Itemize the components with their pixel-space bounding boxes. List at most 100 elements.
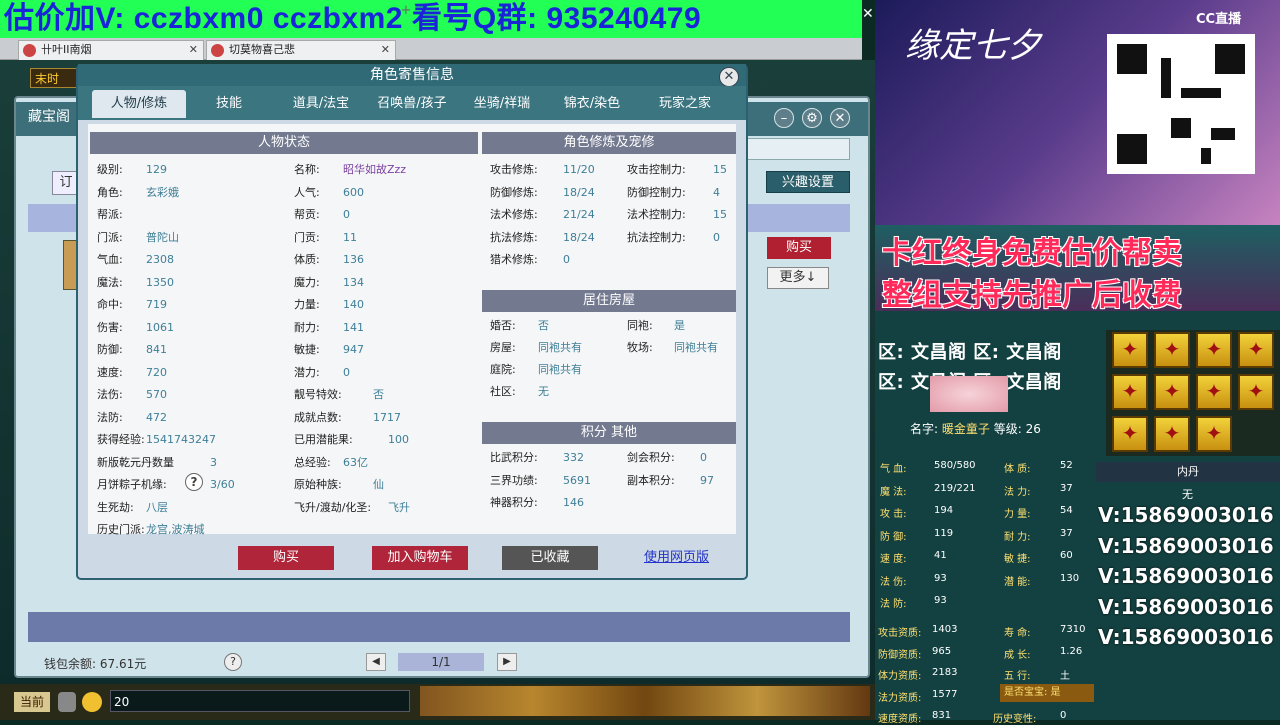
- points-value: 97: [700, 473, 714, 487]
- next-page-button[interactable]: ▶: [497, 653, 517, 671]
- skill-icon[interactable]: ✦: [1154, 416, 1190, 452]
- aptitude-value: 965: [932, 645, 952, 657]
- neidan-header: 内丹: [1096, 462, 1280, 482]
- tab-mounts[interactable]: 坐骑/祥瑞: [464, 90, 540, 118]
- stat-value: 129: [146, 163, 167, 176]
- stat-value: 1061: [146, 320, 174, 334]
- stat-value: 否: [373, 388, 384, 401]
- skill-icon[interactable]: ✦: [1238, 332, 1274, 368]
- settings-icon[interactable]: ⚙: [802, 108, 822, 128]
- pet-level-label: 等级:: [993, 422, 1022, 436]
- promo-line-2: 整组支持先推广后收费: [882, 278, 1182, 313]
- skill-icon[interactable]: ✦: [1196, 374, 1232, 410]
- aptitude-value: 831: [932, 710, 952, 721]
- house-value: 是: [674, 319, 685, 332]
- pet-attr-label: 耐 力:: [1004, 531, 1031, 543]
- minimize-icon[interactable]: –: [774, 108, 794, 128]
- stat-label: 历史门派:: [97, 523, 145, 536]
- neidan-value: 无: [1182, 488, 1193, 501]
- browser-tab-1[interactable]: 卄叶II南烟 ✕: [18, 40, 204, 60]
- toolbar-icons[interactable]: [420, 686, 870, 716]
- stat-value: 140: [343, 298, 364, 311]
- skill-icon[interactable]: ✦: [1196, 416, 1232, 452]
- skill-icon[interactable]: ✦: [1154, 374, 1190, 410]
- cultivation-label: 攻击修炼:: [490, 163, 538, 176]
- skill-icon[interactable]: ✦: [1112, 416, 1148, 452]
- tab-outfits[interactable]: 锦衣/染色: [554, 90, 630, 118]
- stat-label: 法防:: [97, 410, 123, 424]
- new-tab-icon[interactable]: +: [398, 3, 414, 19]
- prev-page-button[interactable]: ◀: [366, 653, 386, 671]
- skill-icon[interactable]: ✦: [1154, 332, 1190, 368]
- close-icon[interactable]: ✕: [719, 67, 739, 87]
- pet-stat-label: 魔 法:: [880, 486, 907, 498]
- points-value: 146: [563, 496, 584, 509]
- add-to-cart-button[interactable]: 加入购物车: [372, 546, 468, 570]
- pet-name-label: 名字:: [910, 422, 939, 436]
- stat-label: 气血:: [97, 253, 123, 266]
- control-value: 0: [713, 230, 720, 244]
- house-label: 房屋:: [490, 341, 516, 354]
- stat-value: 136: [343, 253, 364, 266]
- tab-items[interactable]: 道具/法宝: [278, 90, 364, 118]
- stat-value: 3: [210, 455, 217, 469]
- aptitude-value: 2183: [932, 667, 958, 678]
- close-icon[interactable]: ✕: [381, 41, 390, 59]
- close-icon[interactable]: ✕: [862, 6, 876, 26]
- help-icon[interactable]: ?: [185, 473, 203, 491]
- zone-line-1: 区: 文昌阁 区: 文昌阁: [878, 342, 1062, 363]
- stat-value: 841: [146, 343, 167, 356]
- skill-icon[interactable]: ✦: [1238, 374, 1274, 410]
- stat-label: 生死劫:: [97, 500, 134, 514]
- tab-skills[interactable]: 技能: [192, 90, 266, 118]
- stat-value: 11: [343, 230, 357, 244]
- browser-tab-2[interactable]: 切莫物喜己悲 ✕: [206, 40, 396, 60]
- pet-attr-label: 体 质:: [1004, 464, 1031, 475]
- help-icon[interactable]: ?: [224, 653, 242, 671]
- close-icon[interactable]: ✕: [189, 41, 198, 59]
- control-value: 15: [713, 163, 727, 176]
- list-buy-button[interactable]: 购买: [767, 237, 831, 259]
- house-value: 同袍共有: [538, 363, 582, 376]
- buy-button[interactable]: 购买: [238, 546, 334, 570]
- house-value: 无: [538, 385, 549, 398]
- house-label: 同袍:: [627, 319, 653, 332]
- stat-label: 体质:: [294, 253, 320, 266]
- skill-icon[interactable]: ✦: [1112, 374, 1148, 410]
- stat-label: 新版乾元丹数量: [97, 455, 174, 469]
- pet-stat-value: 219/221: [934, 482, 976, 494]
- tab-character[interactable]: 人物/修炼: [92, 90, 186, 118]
- tab-home[interactable]: 玩家之家: [642, 90, 728, 118]
- stat-value: 100: [388, 433, 409, 446]
- house-label: 牧场:: [627, 341, 653, 354]
- interest-settings-button[interactable]: 兴趣设置: [766, 171, 850, 193]
- microphone-icon[interactable]: [58, 692, 76, 712]
- pet-attr-value: 37: [1060, 527, 1073, 539]
- stat-label: 力量:: [294, 298, 320, 311]
- favorited-button[interactable]: 已收藏: [502, 546, 598, 570]
- pet-attr-value: 130: [1060, 572, 1080, 584]
- aptitude-value: 土: [1060, 671, 1070, 682]
- contact-line: V:15869003016: [1098, 564, 1274, 588]
- top-banner: 估价加V: cczbxm0 cczbxm2 看号Q群: 935240479: [0, 0, 862, 38]
- browser-tab-label: 切莫物喜己悲: [229, 43, 295, 56]
- house-label: 社区:: [490, 385, 516, 398]
- aptitude-value: 7310: [1060, 624, 1086, 635]
- pet-avatar: [930, 376, 1008, 412]
- search-input[interactable]: [740, 138, 850, 160]
- skill-icon[interactable]: ✦: [1112, 332, 1148, 368]
- tab-pets[interactable]: 召唤兽/孩子: [368, 90, 456, 118]
- pet-attr-label: 法 力:: [1004, 486, 1031, 498]
- more-button[interactable]: 更多↓: [767, 267, 829, 289]
- skill-icon[interactable]: ✦: [1196, 332, 1232, 368]
- aptitude-label: 防御资质:: [878, 649, 922, 661]
- stat-label: 帮派:: [97, 208, 123, 221]
- close-icon[interactable]: ✕: [830, 108, 850, 128]
- use-web-version-link[interactable]: 使用网页版: [644, 548, 724, 568]
- emoji-icon[interactable]: [82, 692, 102, 712]
- chat-channel-button[interactable]: 当前: [14, 692, 50, 712]
- aptitude-label: 成 长:: [1004, 649, 1031, 661]
- stat-label: 速度:: [97, 365, 123, 379]
- aptitude-label: 体力资质:: [878, 671, 922, 682]
- chat-input[interactable]: 20: [110, 690, 410, 712]
